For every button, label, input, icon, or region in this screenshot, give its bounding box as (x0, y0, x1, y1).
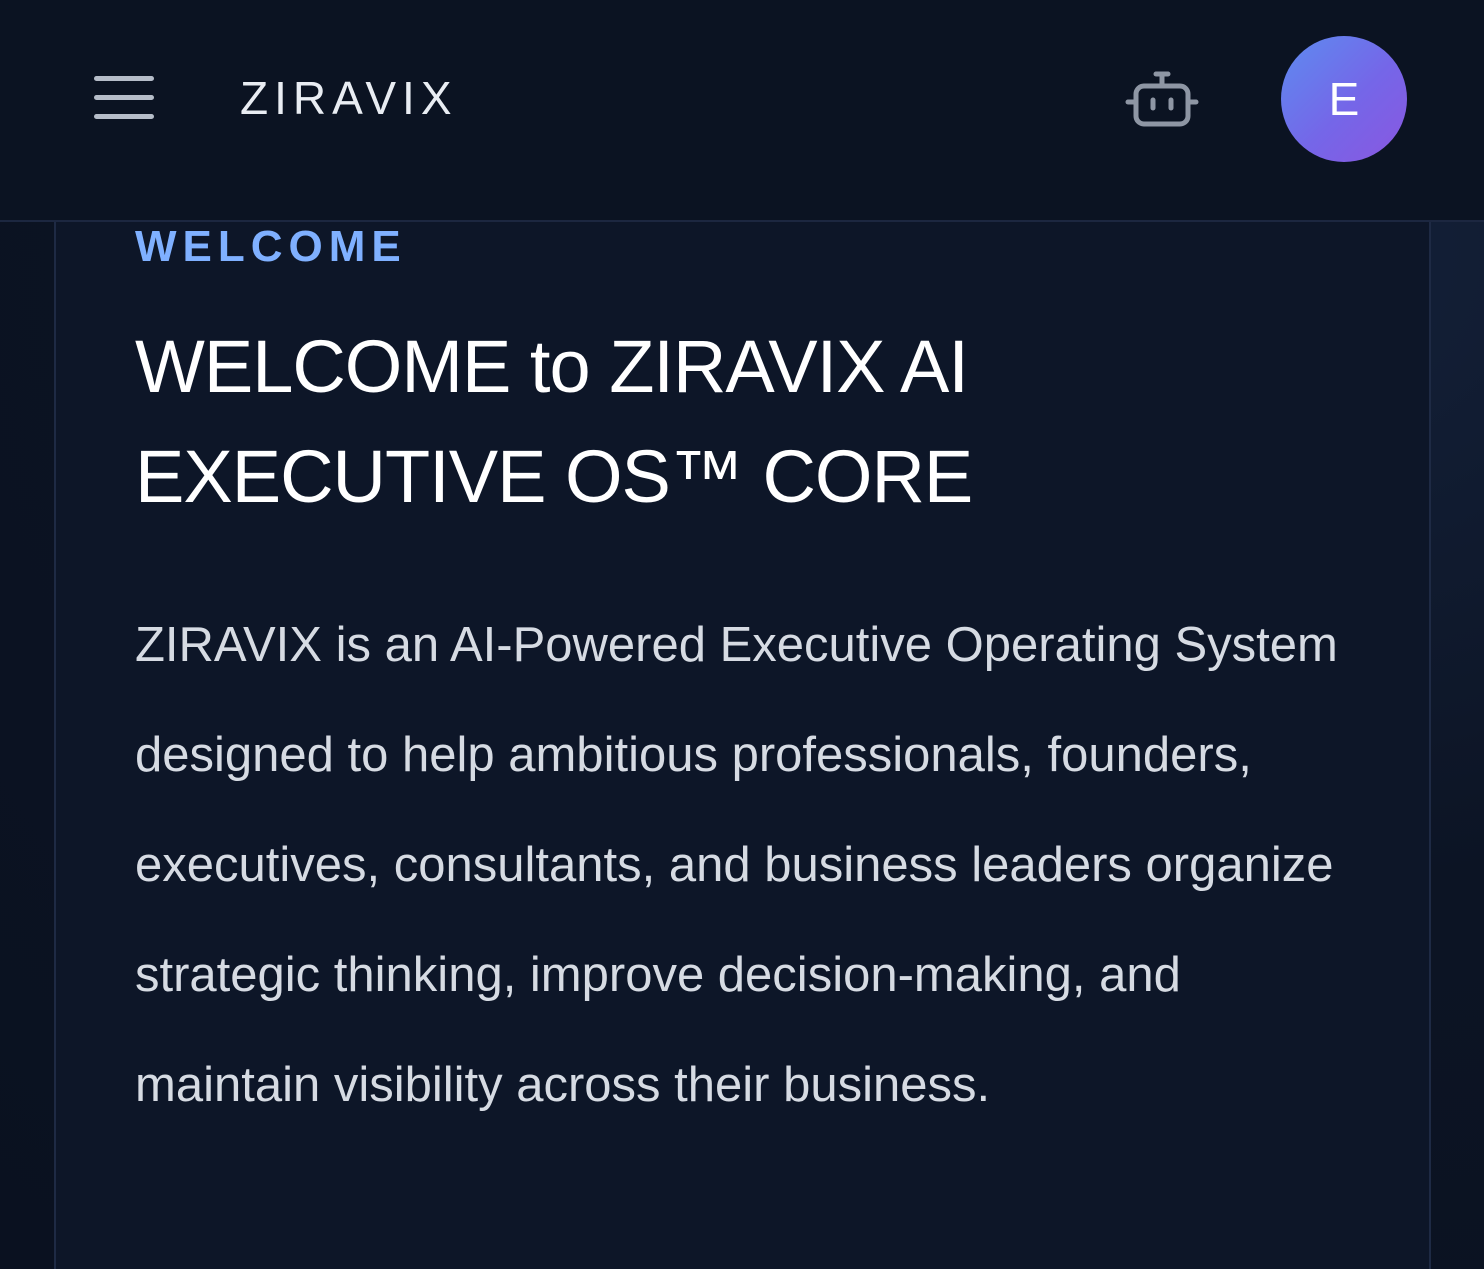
menu-line (94, 76, 154, 81)
brand-logo-text[interactable]: ZIRAVIX (240, 70, 458, 126)
welcome-description: ZIRAVIX is an AI-Powered Executive Opera… (135, 618, 1338, 1112)
robot-icon[interactable] (1124, 68, 1200, 134)
welcome-eyebrow-label: WELCOME (135, 222, 407, 271)
menu-line (94, 114, 154, 119)
hamburger-menu-icon[interactable] (92, 72, 156, 126)
top-navigation-bar: ZIRAVIX E (0, 0, 1484, 222)
welcome-title: WELCOME to ZIRAVIX AI EXECUTIVE OS™ CORE (135, 325, 973, 518)
menu-line (94, 95, 154, 100)
user-avatar[interactable]: E (1281, 36, 1407, 162)
robot-icon-svg (1125, 71, 1199, 127)
app-page: ZIRAVIX E WELCOME WELCOME to ZIRAVIX AI … (0, 0, 1484, 1269)
